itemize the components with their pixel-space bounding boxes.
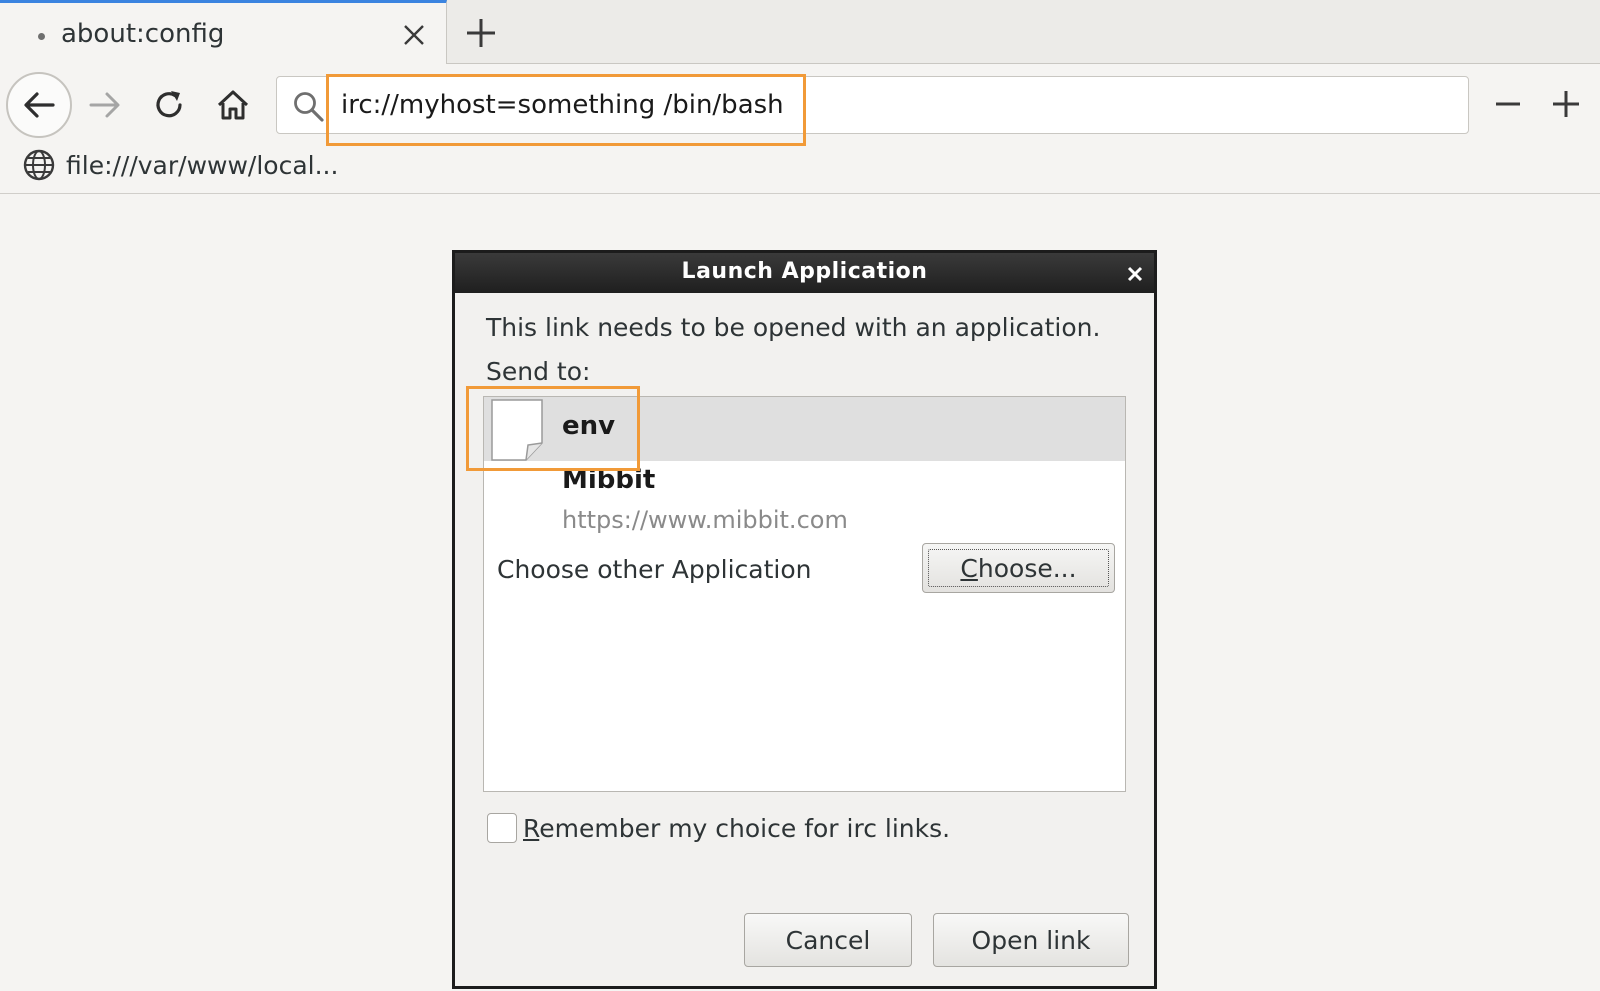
open-link-button[interactable]: Open link bbox=[933, 913, 1129, 967]
url-input[interactable]: irc://myhost=something /bin/bash bbox=[341, 90, 784, 120]
forward-button[interactable] bbox=[80, 80, 130, 130]
app-url: https://www.mibbit.com bbox=[562, 506, 848, 534]
tab-status-dot bbox=[38, 33, 45, 40]
reload-icon bbox=[156, 91, 182, 118]
remember-label-text: emember my choice for irc links. bbox=[539, 813, 951, 843]
navigation-bar: irc://myhost=something /bin/bash file://… bbox=[0, 64, 1600, 194]
list-item-env[interactable]: env bbox=[484, 397, 1125, 461]
minus-icon[interactable] bbox=[1490, 86, 1526, 122]
site-info-text: file:///var/www/local... bbox=[66, 150, 339, 180]
plus-icon[interactable] bbox=[464, 16, 498, 50]
cancel-button[interactable]: Cancel bbox=[744, 913, 912, 967]
url-bar[interactable]: irc://myhost=something /bin/bash bbox=[276, 76, 1469, 134]
remember-checkbox[interactable] bbox=[487, 813, 517, 843]
site-info[interactable]: file:///var/www/local... bbox=[22, 148, 338, 182]
forward-arrow-icon bbox=[89, 92, 120, 118]
globe-icon bbox=[23, 149, 55, 181]
reload-button[interactable] bbox=[144, 80, 194, 130]
app-name: env bbox=[562, 411, 616, 441]
choose-other-label: Choose other Application bbox=[497, 555, 812, 584]
focus-ring bbox=[928, 549, 1109, 587]
launch-application-dialog: Launch Application This link needs to be… bbox=[452, 250, 1157, 989]
tab-strip: about:config bbox=[0, 0, 1600, 64]
home-icon bbox=[217, 90, 249, 120]
back-arrow-icon bbox=[24, 92, 55, 118]
home-button[interactable] bbox=[208, 80, 258, 130]
choose-button[interactable]: Choose... bbox=[922, 543, 1115, 593]
app-name: Mibbit bbox=[562, 465, 656, 495]
tab-title: about:config bbox=[61, 19, 225, 49]
tab-about-config[interactable]: about:config bbox=[0, 0, 447, 64]
close-icon[interactable] bbox=[1126, 265, 1144, 283]
dialog-title: Launch Application bbox=[681, 259, 928, 284]
remember-choice[interactable]: Remember my choice for irc links. bbox=[487, 813, 950, 843]
remember-label: Remember my choice for irc links. bbox=[523, 814, 950, 843]
dialog-message: This link needs to be opened with an app… bbox=[486, 313, 1101, 342]
application-list[interactable]: env Mibbit https://www.mibbit.com Choose… bbox=[483, 396, 1126, 792]
back-button[interactable] bbox=[6, 72, 72, 138]
document-icon bbox=[491, 399, 543, 461]
send-to-label: Send to: bbox=[486, 357, 591, 386]
close-icon[interactable] bbox=[400, 21, 428, 49]
dialog-titlebar: Launch Application bbox=[455, 253, 1154, 293]
mnemonic-letter: R bbox=[523, 813, 540, 843]
search-icon bbox=[294, 92, 324, 122]
plus-icon[interactable] bbox=[1548, 86, 1584, 122]
